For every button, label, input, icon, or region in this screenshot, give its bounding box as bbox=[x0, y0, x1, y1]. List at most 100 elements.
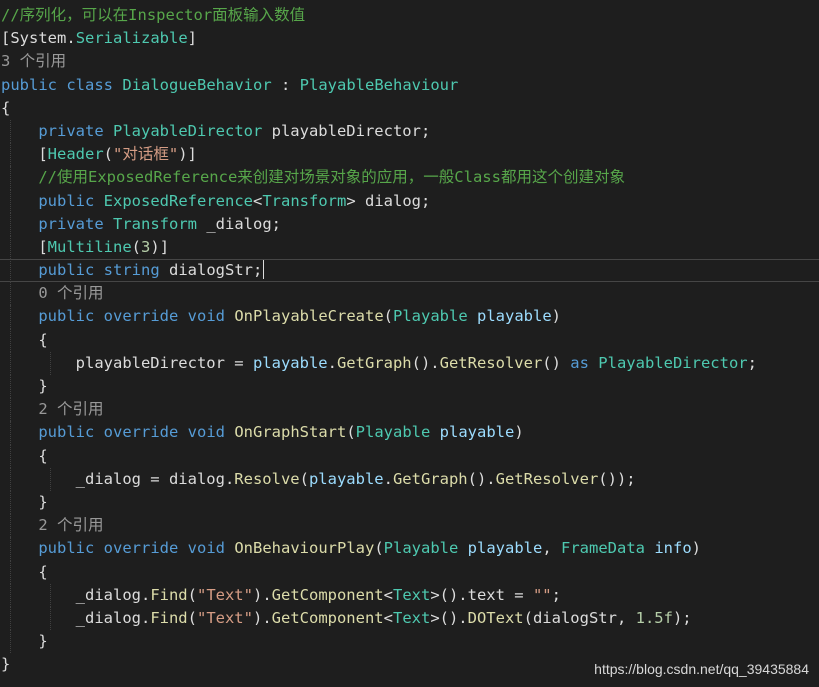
token-plain: System bbox=[10, 29, 67, 48]
indent-guide bbox=[10, 490, 11, 515]
token-type: PlayableDirector bbox=[598, 353, 748, 372]
token-type: Playable bbox=[383, 539, 459, 558]
token-plain: ) bbox=[514, 423, 524, 442]
token-plain: >(). bbox=[430, 608, 468, 627]
token-plain: () bbox=[542, 353, 571, 372]
token-type: Transform bbox=[113, 214, 197, 233]
token-method: OnBehaviourPlay bbox=[234, 539, 375, 558]
token-plain: { bbox=[1, 98, 11, 117]
token-plain: ( bbox=[187, 608, 197, 627]
indent-guide bbox=[10, 328, 11, 352]
token-plain: _dialog. bbox=[75, 585, 151, 604]
indent-guide bbox=[10, 467, 11, 491]
token-codelens: 2 个引用 bbox=[38, 400, 104, 419]
token-plain: ). bbox=[252, 585, 272, 604]
codelens-reference-count[interactable]: 3 个引用 bbox=[0, 50, 819, 73]
token-parameter: info bbox=[654, 539, 692, 558]
indent-guide bbox=[10, 282, 11, 306]
token-keyword: class bbox=[66, 75, 114, 94]
code-line: public ExposedReference<Transform> dialo… bbox=[0, 189, 819, 213]
indent-guide bbox=[10, 166, 11, 190]
token-plain: } bbox=[38, 492, 48, 511]
token-plain: < bbox=[383, 608, 393, 627]
token-keyword: public bbox=[38, 307, 95, 326]
code-line: { bbox=[0, 328, 819, 352]
token-method: Find bbox=[150, 585, 188, 604]
token-keyword: override bbox=[103, 307, 179, 326]
token-plain: { bbox=[38, 562, 48, 581]
token-type: FrameData bbox=[561, 539, 645, 558]
token-type: Playable bbox=[393, 307, 468, 326]
token-keyword: public bbox=[38, 423, 95, 442]
token-keyword: public bbox=[38, 191, 95, 210]
indent-guide bbox=[10, 537, 11, 561]
token-plain: _dialog = dialog. bbox=[75, 469, 235, 488]
token-codelens: 3 个引用 bbox=[1, 52, 67, 71]
token-plain: (dialogStr, bbox=[523, 608, 636, 627]
token-plain: ( bbox=[131, 237, 142, 256]
token-plain: ( bbox=[103, 145, 114, 164]
indent-guide bbox=[10, 143, 11, 167]
token-keyword: override bbox=[103, 539, 179, 558]
token-type: PlayableBehaviour bbox=[299, 75, 459, 94]
codelens-reference-count[interactable]: 0 个引用 bbox=[0, 282, 819, 306]
code-line: } bbox=[0, 490, 819, 515]
token-parameter: playable bbox=[477, 307, 552, 326]
token-type: Multiline bbox=[47, 237, 132, 256]
token-plain: : bbox=[271, 75, 300, 94]
indent-guide bbox=[50, 606, 51, 631]
token-keyword: void bbox=[187, 423, 225, 442]
indent-guide bbox=[10, 560, 11, 584]
token-string: "Text" bbox=[196, 608, 253, 627]
token-keyword: override bbox=[103, 423, 179, 442]
token-type: Serializable bbox=[75, 29, 188, 48]
indent-guide bbox=[10, 119, 11, 144]
indent-guide bbox=[10, 514, 11, 538]
token-method: OnGraphStart bbox=[234, 423, 347, 442]
code-line: //使用ExposedReference来创建对场景对象的应用，一般Class都… bbox=[0, 166, 819, 190]
token-plain: ()); bbox=[598, 469, 636, 488]
indent-guide bbox=[10, 630, 11, 654]
code-line: _dialog = dialog.Resolve(playable.GetGra… bbox=[0, 467, 819, 491]
token-plain: )] bbox=[150, 237, 170, 256]
token-type: Playable bbox=[355, 423, 431, 442]
codelens-reference-count[interactable]: 2 个引用 bbox=[0, 398, 819, 422]
token-keyword: as bbox=[570, 353, 589, 372]
token-plain: >().text = bbox=[430, 585, 533, 604]
token-plain: > dialog; bbox=[346, 191, 431, 210]
token-method: DOText bbox=[467, 608, 524, 627]
token-plain: , bbox=[542, 539, 561, 558]
indent-guide bbox=[10, 606, 11, 631]
indent-guide bbox=[10, 351, 11, 375]
token-plain: ); bbox=[672, 608, 692, 627]
token-comment: //序列化，可以在Inspector面板输入数值 bbox=[1, 6, 306, 24]
code-line: //序列化，可以在Inspector面板输入数值 bbox=[0, 4, 819, 27]
token-type: Text bbox=[392, 608, 431, 627]
indent-guide bbox=[10, 235, 11, 260]
codelens-reference-count[interactable]: 2 个引用 bbox=[0, 514, 819, 538]
token-plain: } bbox=[1, 655, 11, 674]
code-line: [Multiline(3)] bbox=[0, 235, 819, 260]
code-line: { bbox=[0, 97, 819, 120]
indent-guide bbox=[10, 212, 11, 236]
token-plain: ) bbox=[551, 307, 561, 326]
indent-guide bbox=[50, 583, 51, 607]
token-string: "Text" bbox=[196, 585, 253, 604]
code-editor[interactable]: //序列化，可以在Inspector面板输入数值 [System.Serializ… bbox=[0, 4, 819, 676]
token-plain: . bbox=[66, 29, 76, 48]
token-plain: )] bbox=[178, 145, 197, 164]
token-plain: _dialog; bbox=[197, 214, 281, 233]
token-parameter: playable bbox=[252, 353, 328, 372]
token-string: "对话框" bbox=[113, 145, 179, 164]
